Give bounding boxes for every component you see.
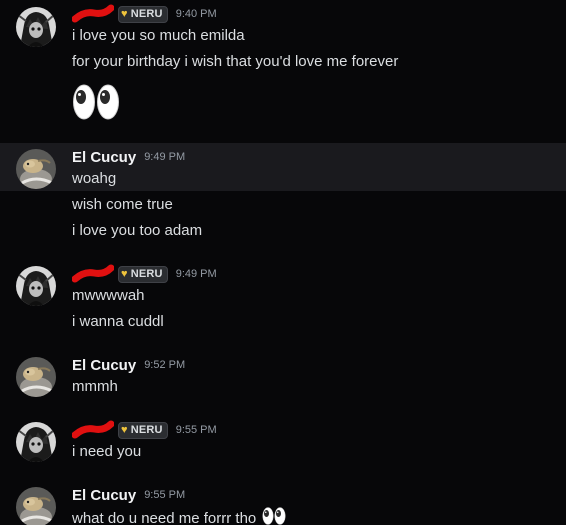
message-text: i love you so much emilda (72, 27, 245, 44)
message-text: mmmh (72, 378, 118, 395)
username[interactable]: El Cucuy (72, 357, 136, 374)
yellow-heart-icon: ♥ (121, 268, 128, 280)
message-header: ♥ NERU 9:49 PM (72, 264, 217, 284)
eyes-emoji[interactable] (262, 506, 286, 525)
badge-label: NERU (130, 8, 163, 20)
eyes-emoji-jumbo[interactable] (72, 82, 120, 127)
message-header: ♥ NERU 9:40 PM (72, 4, 217, 24)
guild-tag-badge[interactable]: ♥ NERU (118, 265, 168, 283)
yellow-heart-icon: ♥ (121, 424, 128, 436)
message-header: El Cucuy 9:49 PM (72, 147, 185, 167)
redaction-scribble (72, 4, 114, 24)
avatar[interactable] (16, 422, 56, 462)
timestamp[interactable]: 9:49 PM (176, 268, 217, 280)
badge-label: NERU (130, 268, 163, 280)
timestamp[interactable]: 9:40 PM (176, 8, 217, 20)
message-group: ♥ NERU 9:49 PM mwwwwah i wanna cuddl (0, 260, 566, 340)
timestamp[interactable]: 9:55 PM (176, 424, 217, 436)
message-text: what do u need me forrr tho (72, 506, 286, 525)
message-group: El Cucuy 9:49 PM woahg wish come true i … (0, 143, 566, 243)
redaction-scribble (72, 264, 114, 284)
message-group: El Cucuy 9:52 PM mmmh (0, 351, 566, 403)
avatar[interactable] (16, 266, 56, 306)
redaction-scribble (72, 420, 114, 440)
yellow-heart-icon: ♥ (121, 8, 128, 20)
message-text: mwwwwah (72, 287, 145, 304)
username[interactable]: El Cucuy (72, 487, 136, 504)
timestamp[interactable]: 9:52 PM (144, 359, 185, 371)
avatar[interactable] (16, 7, 56, 47)
badge-label: NERU (130, 424, 163, 436)
username[interactable]: El Cucuy (72, 149, 136, 166)
message-text-content: what do u need me forrr tho (72, 510, 257, 525)
message-text: i wanna cuddl (72, 313, 164, 330)
chat-message-list[interactable]: ♥ NERU 9:40 PM i love you so much emilda… (0, 0, 566, 525)
guild-tag-badge[interactable]: ♥ NERU (118, 5, 168, 23)
avatar[interactable] (16, 357, 56, 397)
message-header: ♥ NERU 9:55 PM (72, 420, 217, 440)
message-text: i need you (72, 443, 142, 460)
avatar[interactable] (16, 149, 56, 189)
message-group: El Cucuy 9:55 PM what do u need me forrr… (0, 481, 566, 525)
message-text: woahg (72, 170, 117, 187)
timestamp[interactable]: 9:55 PM (144, 489, 185, 501)
message-text: wish come true (72, 196, 173, 213)
guild-tag-badge[interactable]: ♥ NERU (118, 421, 168, 439)
message-text: i love you too adam (72, 222, 203, 239)
message-group: ♥ NERU 9:55 PM i need you (0, 416, 566, 468)
message-header: El Cucuy 9:52 PM (72, 355, 185, 375)
message-group: ♥ NERU 9:40 PM i love you so much emilda… (0, 0, 566, 140)
message-text: for your birthday i wish that you'd love… (72, 53, 399, 70)
timestamp[interactable]: 9:49 PM (144, 151, 185, 163)
avatar[interactable] (16, 487, 56, 525)
message-header: El Cucuy 9:55 PM (72, 485, 185, 505)
